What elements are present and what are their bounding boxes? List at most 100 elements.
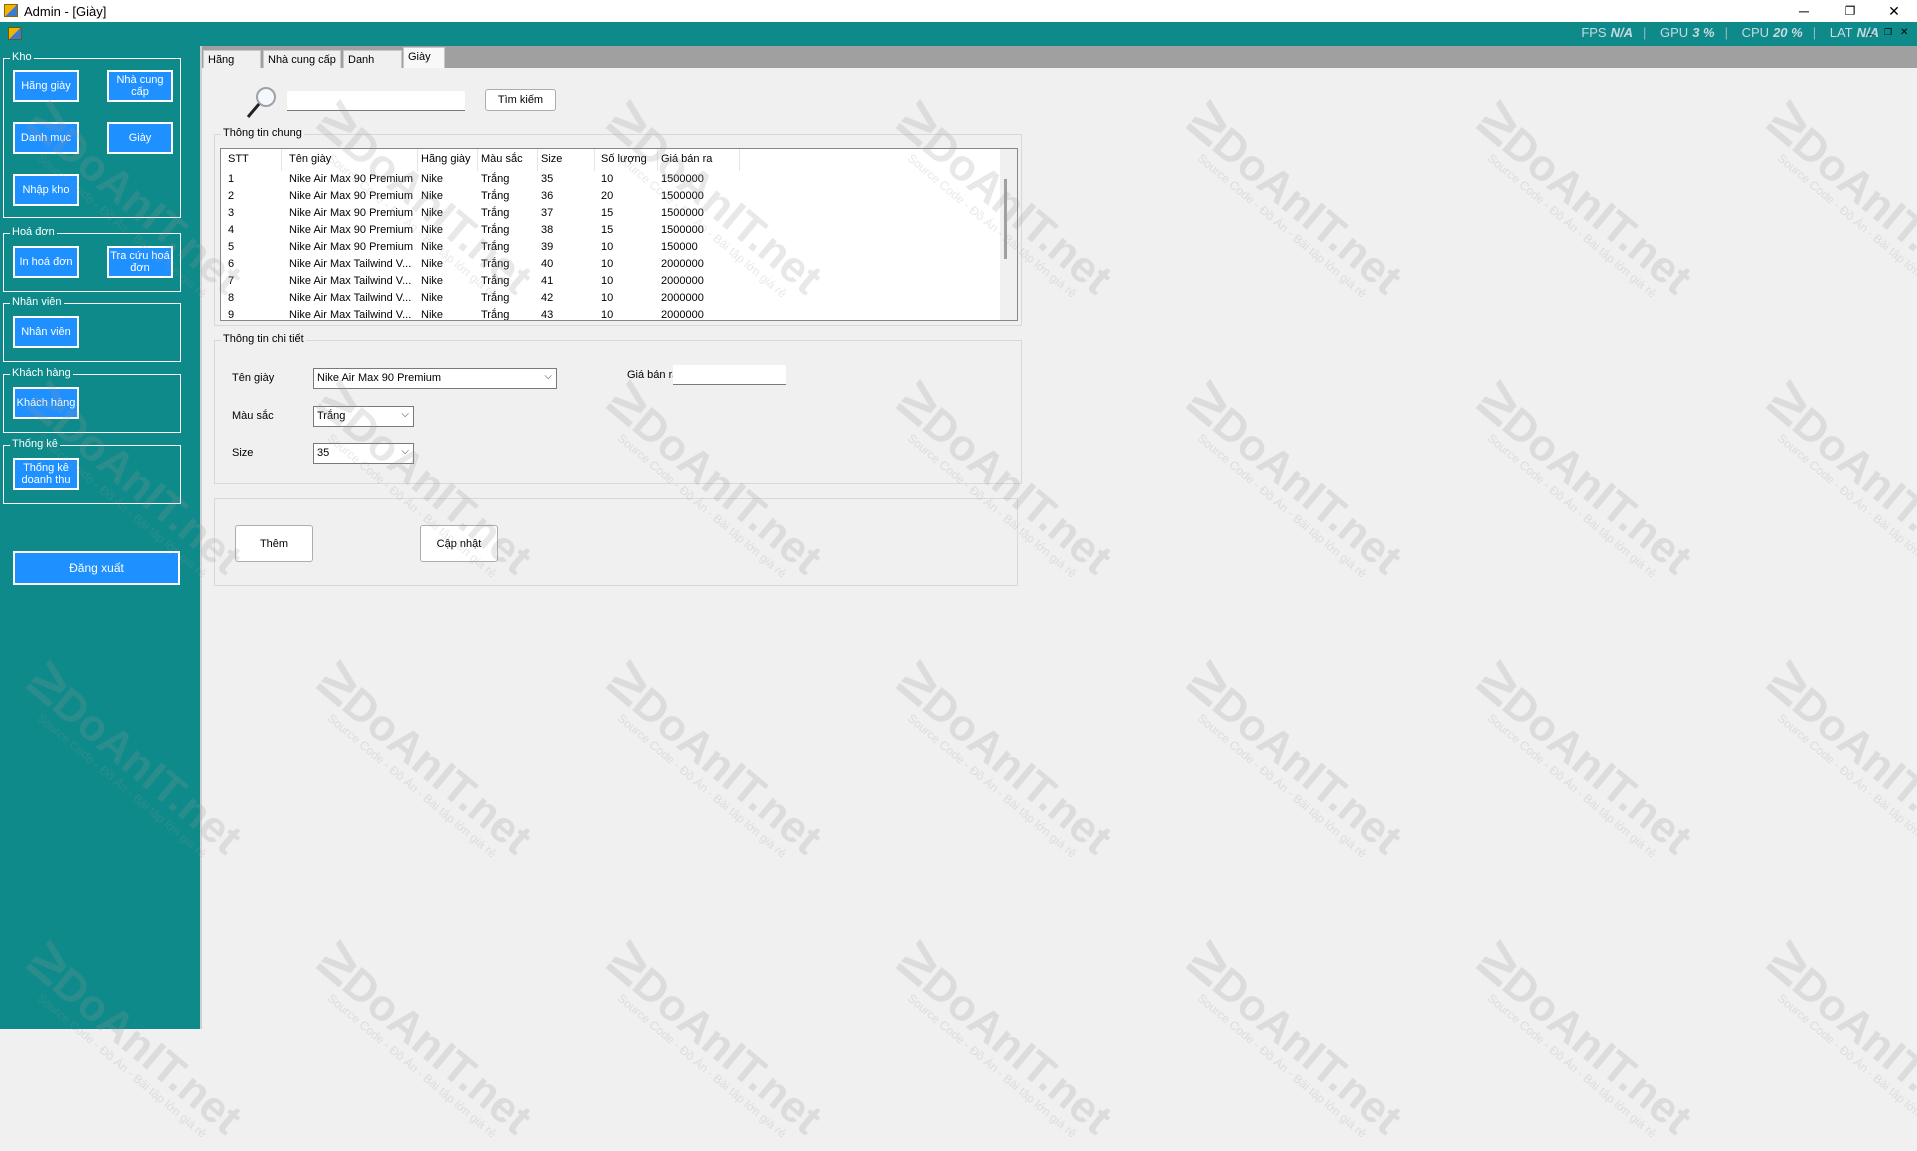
in-hoa-don-button[interactable]: In hoá đơn xyxy=(13,246,79,278)
chevron-down-icon: ⌵ xyxy=(401,409,409,420)
logout-button[interactable]: Đăng xuất xyxy=(13,551,180,585)
table-cell: 39 xyxy=(541,241,554,253)
nha-cung-cap-button[interactable]: Nhà cung cấp xyxy=(107,70,173,102)
table-cell: Trắng xyxy=(481,241,510,253)
table-cell: 10 xyxy=(601,275,614,287)
tra-cuu-hoa-don-button[interactable]: Tra cứu hoá đơn xyxy=(107,246,173,278)
table-cell: Nike xyxy=(421,241,444,253)
table-cell: 4 xyxy=(228,224,235,236)
gia-ban-input[interactable] xyxy=(673,365,786,385)
table-row[interactable]: 9 Nike Air Max Tailwind V... Nike Trắng 43 10… xyxy=(221,307,1001,321)
table-cell: 10 xyxy=(601,258,614,270)
listview-scrollbar[interactable] xyxy=(1000,149,1017,320)
col-size[interactable]: Size xyxy=(541,153,562,165)
table-cell: Nike xyxy=(421,173,444,185)
table-row[interactable]: 5 Nike Air Max 90 Premium Nike Trắng 39 10 150… xyxy=(221,239,1001,256)
table-cell: 2 xyxy=(228,190,235,202)
update-button[interactable]: Cập nhật xyxy=(420,525,498,562)
mau-sac-label: Màu sắc xyxy=(230,410,276,422)
table-cell: 37 xyxy=(541,207,554,219)
khach-hang-button[interactable]: Khách hàng xyxy=(13,387,79,419)
tab-hang-giay[interactable]: Hãng giày xyxy=(203,50,261,84)
table-cell: 2000000 xyxy=(661,275,704,287)
giay-button[interactable]: Giày xyxy=(107,122,173,154)
table-row[interactable]: 7 Nike Air Max Tailwind V... Nike Trắng 41 10… xyxy=(221,273,1001,290)
mdi-minimize-button[interactable]: _ xyxy=(1868,24,1874,36)
table-cell: Nike Air Max Tailwind V... xyxy=(289,309,412,321)
hang-giay-button[interactable]: Hãng giày xyxy=(13,70,79,102)
table-row[interactable]: 8 Nike Air Max Tailwind V... Nike Trắng 42 10… xyxy=(221,290,1001,307)
chevron-down-icon: ⌵ xyxy=(544,371,552,382)
col-so-luong[interactable]: Số lượng xyxy=(601,153,647,165)
shoe-listview[interactable]: STT Tên giày Hãng giày Màu sắc Size Số l… xyxy=(220,148,1018,321)
table-cell: 1500000 xyxy=(661,207,704,219)
table-cell: 3 xyxy=(228,207,235,219)
table-cell: Nike xyxy=(421,190,444,202)
size-label: Size xyxy=(230,447,256,459)
mdi-restore-button[interactable]: ❐ xyxy=(1884,27,1892,38)
table-cell: Trắng xyxy=(481,224,510,236)
overlay-gpu-value: 3 % xyxy=(1692,25,1715,40)
table-cell: 41 xyxy=(541,275,554,287)
detail-info-title: Thông tin chi tiết xyxy=(221,333,306,345)
mau-sac-value: Trắng xyxy=(317,410,346,422)
minimize-button[interactable]: ─ xyxy=(1781,0,1827,22)
table-cell: Nike xyxy=(421,207,444,219)
mdi-child-icon[interactable] xyxy=(8,27,22,40)
tab-danh-muc[interactable]: Danh mục xyxy=(343,50,402,84)
menu-strip: FPS N/A | GPU 3 % | CPU 20 % | LAT N/A xyxy=(0,22,1917,46)
col-ten-giay[interactable]: Tên giày xyxy=(289,153,331,165)
overlay-fps-value: N/A xyxy=(1610,25,1633,40)
table-cell: 2000000 xyxy=(661,309,704,321)
mau-sac-combo[interactable]: Trắng ⌵ xyxy=(313,406,414,427)
nhan-vien-button[interactable]: Nhân viên xyxy=(13,316,79,348)
ten-giay-value: Nike Air Max 90 Premium xyxy=(317,372,442,384)
table-cell: Nike Air Max 90 Premium xyxy=(289,173,414,185)
table-cell: 40 xyxy=(541,258,554,270)
mdi-close-button[interactable]: ✕ xyxy=(1900,27,1908,38)
search-icon xyxy=(246,87,276,118)
table-cell: Nike Air Max Tailwind V... xyxy=(289,292,412,304)
tab-nha-cung-cap[interactable]: Nhà cung cấp xyxy=(263,50,341,68)
table-row[interactable]: 4 Nike Air Max 90 Premium Nike Trắng 38 15 150… xyxy=(221,222,1001,239)
table-row[interactable]: 2 Nike Air Max 90 Premium Nike Trắng 36 20 150… xyxy=(221,188,1001,205)
size-combo[interactable]: 35 ⌵ xyxy=(313,443,414,464)
size-value: 35 xyxy=(317,447,330,459)
table-cell: Trắng xyxy=(481,190,510,202)
overlay-cpu-label: CPU xyxy=(1741,25,1770,40)
danh-muc-button[interactable]: Danh mục xyxy=(13,122,79,154)
col-mau-sac[interactable]: Màu sắc xyxy=(481,153,523,165)
group-nhan-vien-title: Nhân viên xyxy=(10,296,64,308)
tab-giay[interactable]: Giày xyxy=(403,47,445,69)
col-hang-giay[interactable]: Hãng giày xyxy=(421,153,471,165)
performance-overlay: FPS N/A | GPU 3 % | CPU 20 % | LAT N/A xyxy=(1581,25,1879,40)
ten-giay-combo[interactable]: Nike Air Max 90 Premium ⌵ xyxy=(313,368,557,389)
actions-group xyxy=(214,498,1018,586)
table-row[interactable]: 1 Nike Air Max 90 Premium Nike Trắng 35 10 150… xyxy=(221,171,1001,188)
table-cell: Nike Air Max 90 Premium xyxy=(289,207,414,219)
table-row[interactable]: 6 Nike Air Max Tailwind V... Nike Trắng 40 10… xyxy=(221,256,1001,273)
thong-ke-doanh-thu-button[interactable]: Thống kê doanh thu xyxy=(13,458,79,490)
ten-giay-label: Tên giày xyxy=(230,372,277,384)
table-cell: Trắng xyxy=(481,275,510,287)
group-hoa-don-title: Hoá đơn xyxy=(10,226,57,238)
overlay-gpu-label: GPU xyxy=(1660,25,1689,40)
scrollbar-thumb[interactable] xyxy=(1004,179,1007,259)
search-input[interactable] xyxy=(287,91,465,111)
col-gia-ban-ra[interactable]: Giá bán ra xyxy=(661,153,712,165)
table-cell: 38 xyxy=(541,224,554,236)
add-button[interactable]: Thêm xyxy=(235,525,313,562)
overlay-cpu-value: 20 % xyxy=(1773,25,1803,40)
table-row[interactable]: 3 Nike Air Max 90 Premium Nike Trắng 37 15 150… xyxy=(221,205,1001,222)
table-cell: Trắng xyxy=(481,207,510,219)
col-stt[interactable]: STT xyxy=(228,153,249,165)
table-cell: 10 xyxy=(601,241,614,253)
table-cell: Nike xyxy=(421,275,444,287)
close-button[interactable]: ✕ xyxy=(1871,0,1917,22)
table-cell: 15 xyxy=(601,224,614,236)
window-title: Admin - [Giày] xyxy=(24,4,107,19)
restore-button[interactable]: ❐ xyxy=(1827,0,1873,22)
nhap-kho-button[interactable]: Nhập kho xyxy=(13,174,79,206)
table-cell: Nike Air Max Tailwind V... xyxy=(289,258,412,270)
search-button[interactable]: Tìm kiếm xyxy=(485,89,556,111)
